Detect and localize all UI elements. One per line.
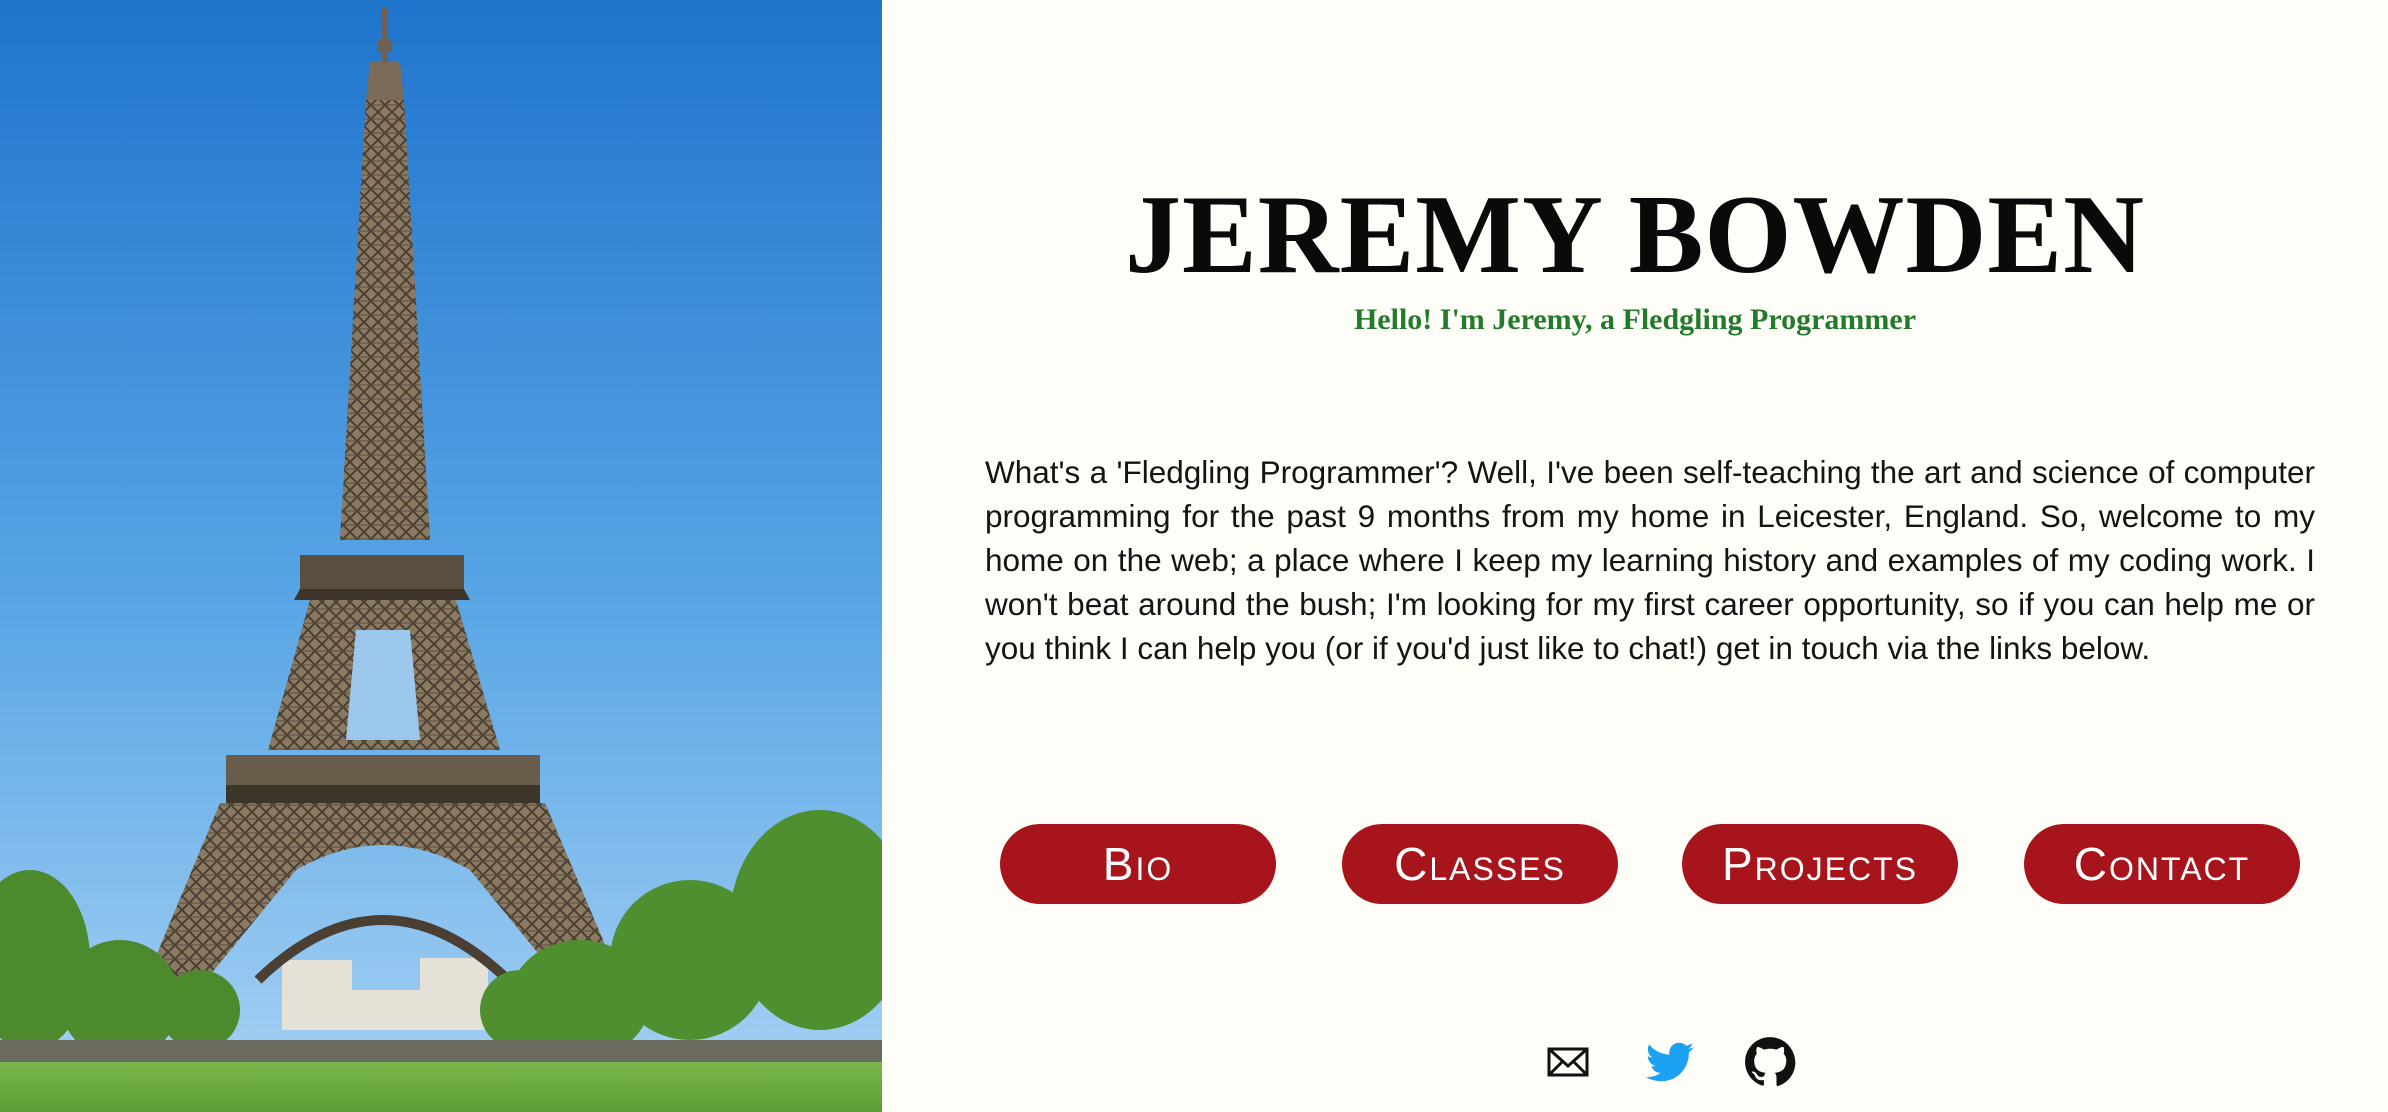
page-subtitle: Hello! I'm Jeremy, a Fledgling Programme… — [1353, 303, 1917, 336]
github-icon[interactable] — [1744, 1036, 1796, 1088]
twitter-icon[interactable] — [1644, 1036, 1696, 1088]
intro-paragraph: What's a 'Fledgling Programmer'? Well, I… — [985, 454, 2315, 666]
envelope-icon[interactable] — [1542, 1036, 1594, 1088]
page-title: JEREMY BOWDEN — [1124, 173, 2145, 297]
contact-button[interactable]: Contact — [2024, 824, 2300, 904]
hero-image-eiffel-tower — [0, 0, 882, 1112]
main-nav: Bio Classes Projects Contact — [882, 824, 2388, 904]
projects-button[interactable]: Projects — [1682, 824, 1958, 904]
main-content: JEREMY BOWDEN Hello! I'm Jeremy, a Fledg… — [882, 0, 2388, 1112]
bio-button[interactable]: Bio — [1000, 824, 1276, 904]
social-links — [882, 1036, 2388, 1088]
classes-button[interactable]: Classes — [1342, 824, 1618, 904]
